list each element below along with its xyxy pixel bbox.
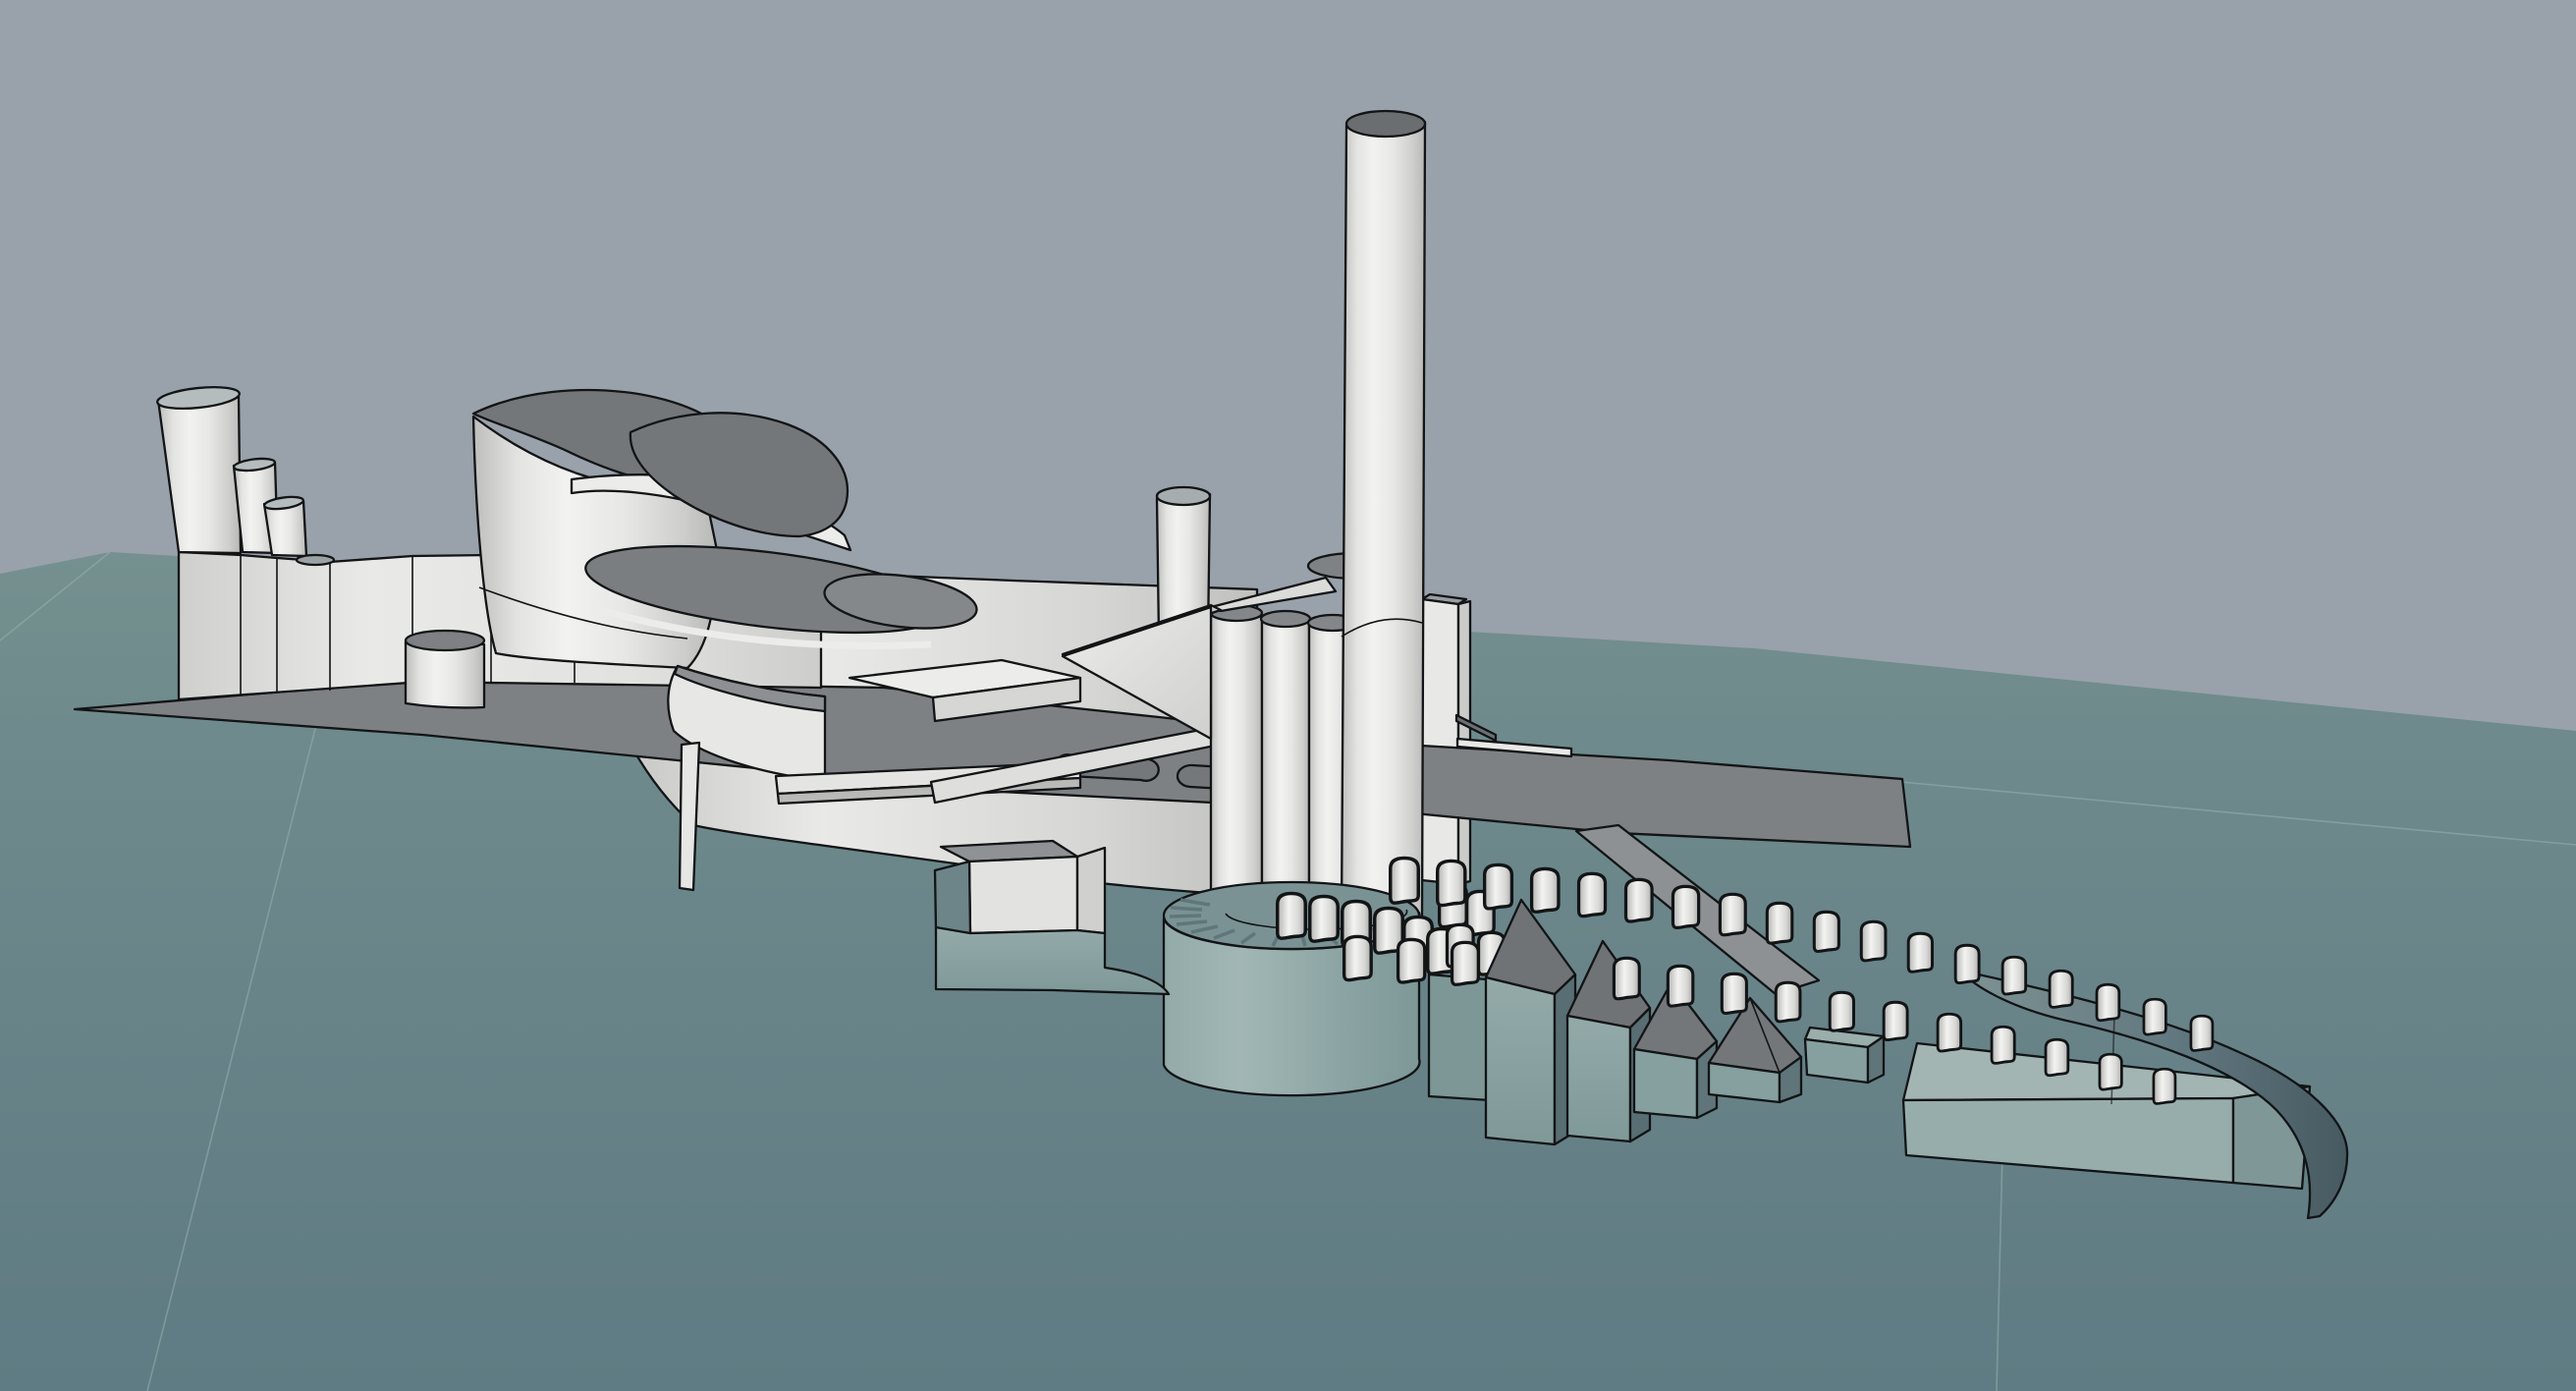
shell-fin bbox=[1344, 936, 1372, 979]
shell-fin bbox=[2097, 984, 2119, 1021]
shell-fin bbox=[1861, 921, 1886, 961]
shell-fin bbox=[2154, 1069, 2175, 1103]
tower-front bbox=[1634, 1049, 1697, 1118]
box-side bbox=[1077, 848, 1105, 933]
shell-fin bbox=[1830, 992, 1853, 1030]
shell-fin bbox=[1614, 958, 1639, 998]
shell-fin bbox=[1955, 945, 1979, 982]
shell-fin bbox=[1626, 879, 1653, 921]
shell-fin bbox=[2144, 999, 2165, 1034]
pipe-wall bbox=[1211, 613, 1262, 919]
chimney-top bbox=[1157, 487, 1210, 505]
shell-fin bbox=[1720, 894, 1745, 934]
box-shade-side bbox=[935, 862, 970, 933]
shell-fin bbox=[1722, 974, 1746, 1013]
shell-fin bbox=[1310, 897, 1339, 942]
shell-fin bbox=[1992, 1027, 2014, 1063]
shell-fin bbox=[1398, 939, 1425, 982]
shell-fin bbox=[1672, 886, 1698, 927]
shell-fin bbox=[1452, 942, 1479, 984]
chimney-wall bbox=[1342, 122, 1425, 918]
shell-fin bbox=[1532, 868, 1559, 912]
shell-fin bbox=[2002, 957, 2026, 994]
shell-fin bbox=[2100, 1054, 2121, 1089]
shell-fin bbox=[1938, 1014, 1961, 1051]
chimney-top bbox=[1346, 111, 1425, 137]
front-face bbox=[1422, 599, 1458, 884]
annex-front bbox=[1805, 1039, 1868, 1083]
shell-fin bbox=[2050, 971, 2072, 1007]
shell-fin bbox=[1908, 933, 1932, 972]
shell-fin bbox=[1884, 1002, 1907, 1039]
small-drum-top bbox=[406, 631, 484, 650]
tower-front bbox=[1567, 1016, 1630, 1141]
shell-fin bbox=[1485, 864, 1512, 908]
shell-fin bbox=[1767, 903, 1791, 943]
shell-fin bbox=[1579, 873, 1606, 916]
box-front bbox=[969, 857, 1077, 933]
pipe-wall bbox=[1262, 619, 1309, 920]
shell-fin bbox=[2191, 1016, 2213, 1050]
shell-fin bbox=[2046, 1039, 2068, 1076]
shell-fin bbox=[1278, 894, 1306, 939]
shell-fin bbox=[1668, 966, 1692, 1006]
shell-fin bbox=[1814, 912, 1838, 951]
shell-fin bbox=[1391, 859, 1419, 904]
cylinder-stub-top bbox=[297, 555, 334, 565]
shell-fin bbox=[1776, 982, 1800, 1022]
main-chimney[interactable] bbox=[1342, 111, 1425, 918]
tower-front bbox=[1486, 977, 1555, 1144]
shell-fin bbox=[1438, 861, 1465, 905]
pipe-top bbox=[1261, 611, 1310, 627]
viewport-3d[interactable] bbox=[0, 0, 2576, 1391]
